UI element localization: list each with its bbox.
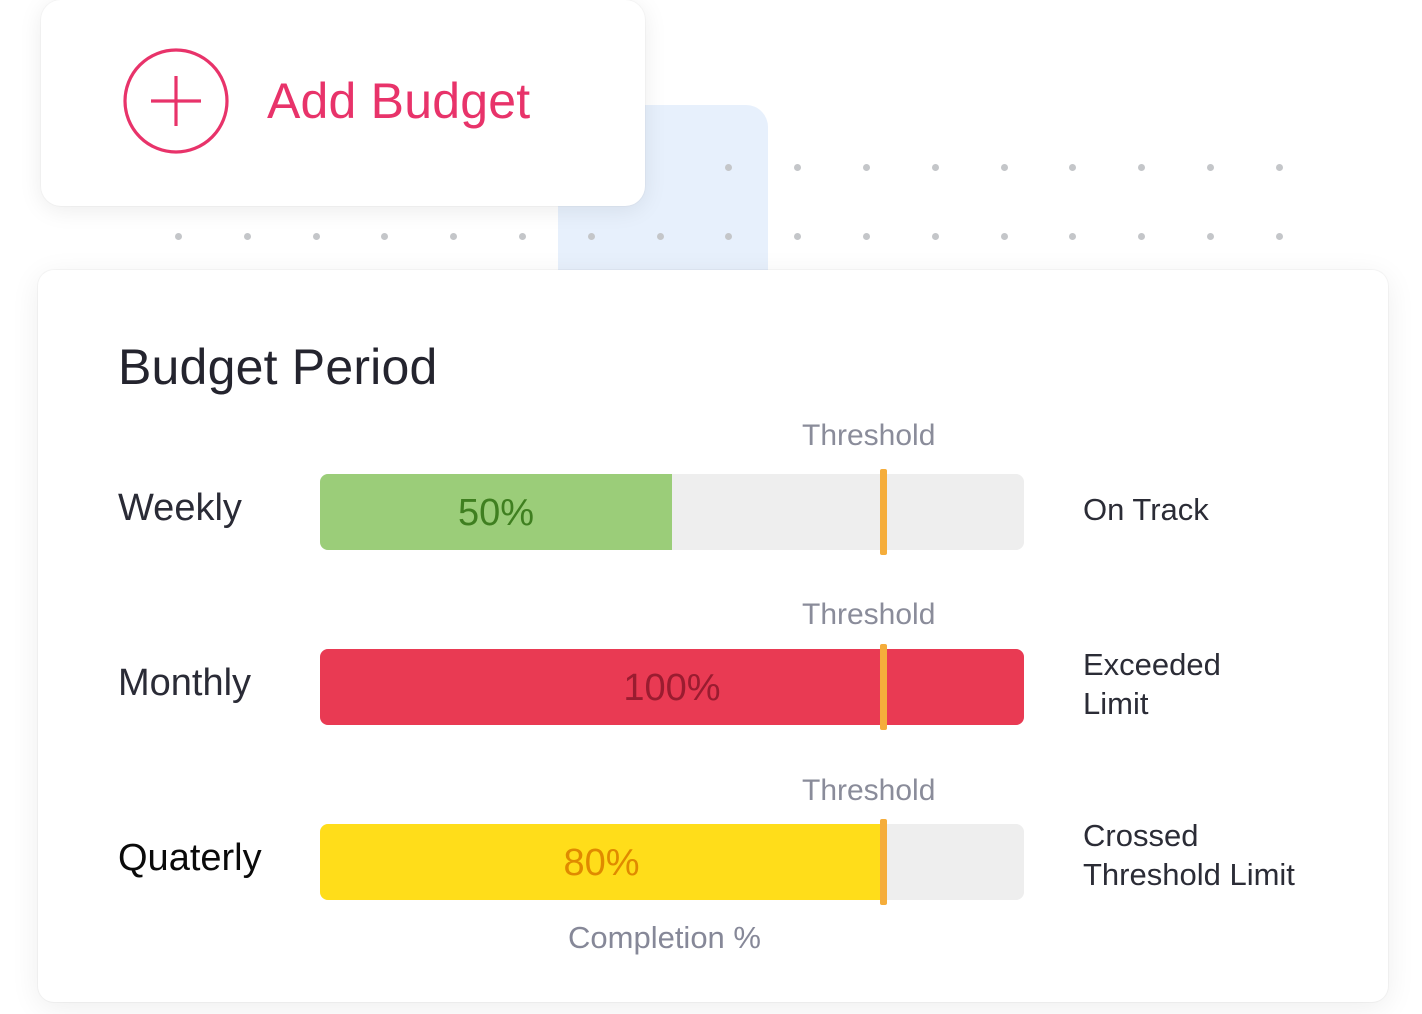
progress-track: 80%: [320, 819, 1024, 905]
row-label: Weekly: [118, 487, 242, 529]
grid-dot: [1069, 164, 1076, 171]
status-text: Crossed Threshold Limit: [1083, 816, 1295, 894]
grid-dot: [657, 233, 664, 240]
grid-dot: [725, 233, 732, 240]
threshold-label: Threshold: [802, 598, 936, 631]
grid-dot: [1207, 164, 1214, 171]
grid-dot: [1276, 164, 1283, 171]
row-label: Quaterly: [118, 837, 262, 879]
grid-dot: [725, 164, 732, 171]
threshold-label: Threshold: [802, 774, 936, 807]
progress-track: 50%: [320, 469, 1024, 555]
threshold-marker: [880, 469, 887, 555]
budget-row-weekly: Weekly Threshold 50% On Track: [38, 415, 1388, 555]
grid-dot: [863, 164, 870, 171]
threshold-marker: [880, 819, 887, 905]
progress-value: 100%: [623, 667, 721, 709]
budget-period-card: Budget Period Weekly Threshold 50% On Tr…: [38, 270, 1388, 1002]
grid-dot: [1276, 233, 1283, 240]
grid-dot: [244, 233, 251, 240]
status-line: On Track: [1083, 492, 1209, 527]
status-line: Crossed: [1083, 818, 1199, 853]
progress-track: 100%: [320, 644, 1024, 730]
status-line: Exceeded: [1083, 647, 1221, 682]
axis-label: Completion %: [568, 920, 761, 955]
grid-dot: [1001, 233, 1008, 240]
grid-dot: [450, 233, 457, 240]
grid-dot: [1138, 164, 1145, 171]
grid-dot: [519, 233, 526, 240]
plus-circle-icon: [123, 48, 229, 154]
progress-value: 50%: [457, 492, 535, 534]
grid-dot: [175, 233, 182, 240]
grid-dot: [794, 233, 801, 240]
grid-dot: [1207, 233, 1214, 240]
budget-row-monthly: Monthly Threshold 100% Exceeded Limit: [38, 594, 1388, 734]
add-budget-button[interactable]: Add Budget: [41, 0, 645, 206]
status-text: Exceeded Limit: [1083, 645, 1221, 723]
grid-dot: [863, 233, 870, 240]
status-line: Threshold Limit: [1083, 857, 1295, 892]
status-text: On Track: [1083, 490, 1209, 529]
grid-dot: [588, 233, 595, 240]
grid-dot: [1138, 233, 1145, 240]
grid-dot: [313, 233, 320, 240]
grid-dot: [932, 233, 939, 240]
add-budget-label: Add Budget: [267, 73, 531, 129]
grid-dot: [1069, 233, 1076, 240]
status-line: Limit: [1083, 686, 1149, 721]
budget-row-quarterly: Quaterly Threshold 80% Crossed Threshold…: [38, 770, 1388, 910]
grid-dot: [1001, 164, 1008, 171]
grid-dot: [794, 164, 801, 171]
grid-dot: [381, 233, 388, 240]
grid-dot: [932, 164, 939, 171]
threshold-label: Threshold: [802, 419, 936, 452]
threshold-marker: [880, 644, 887, 730]
progress-value: 80%: [563, 842, 640, 884]
card-title: Budget Period: [118, 339, 438, 395]
row-label: Monthly: [118, 662, 252, 704]
